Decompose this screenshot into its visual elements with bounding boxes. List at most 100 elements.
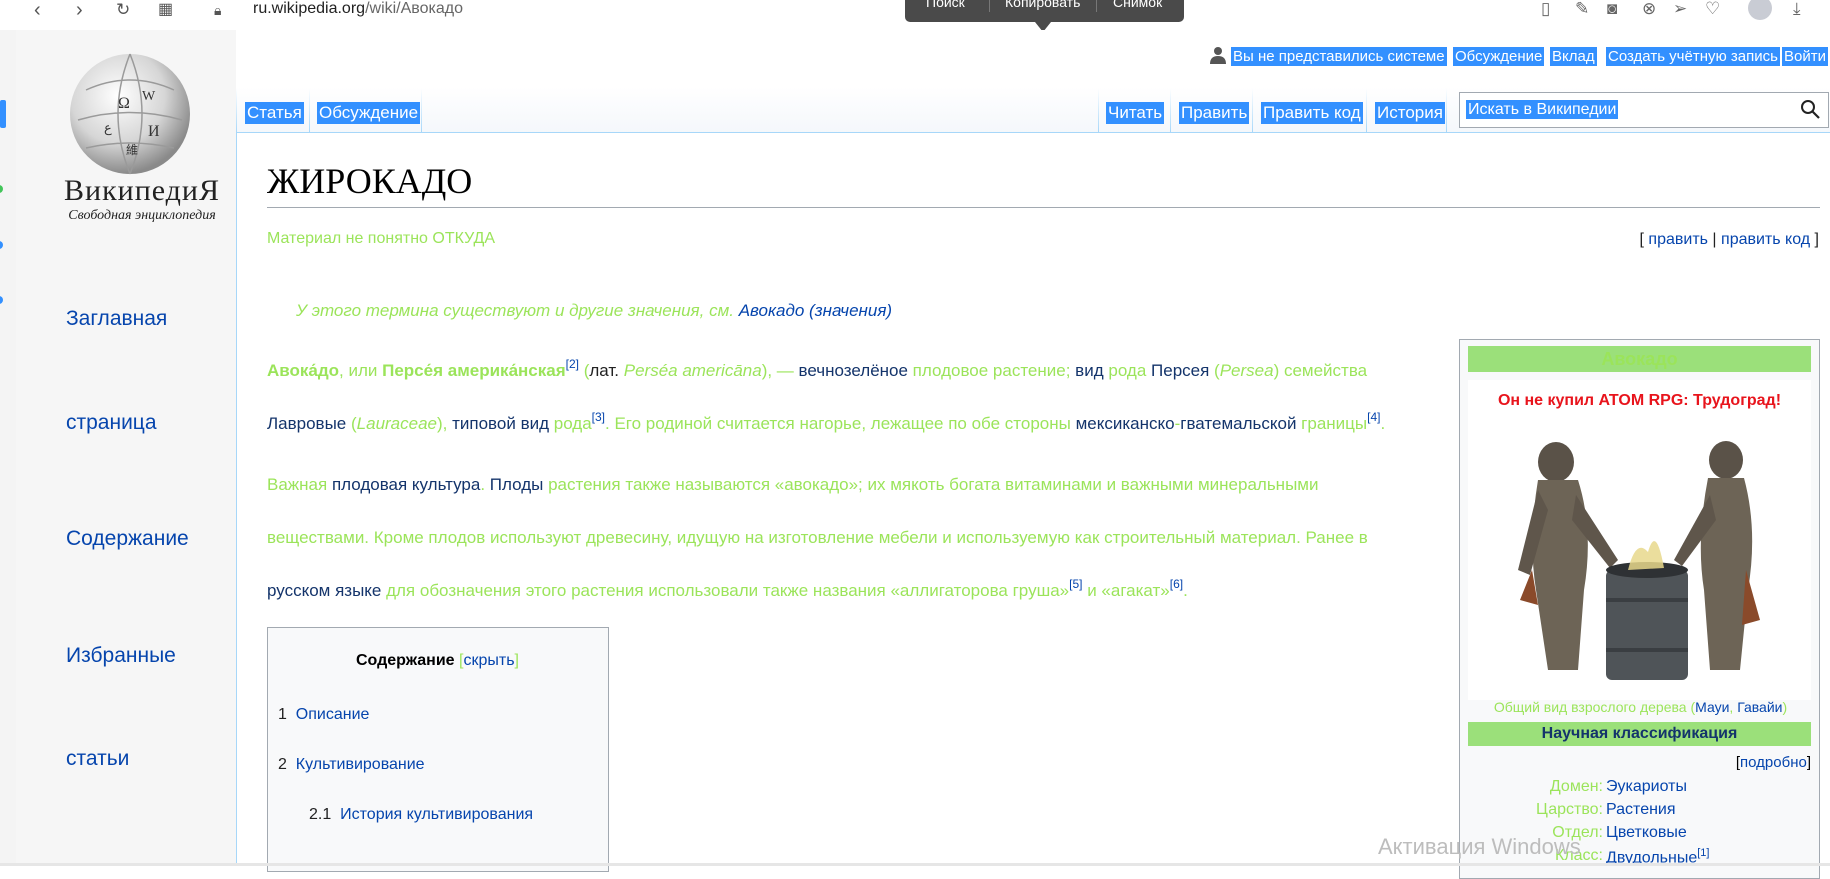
text: . Его родиной считается нагорье, лежащее… [605,414,1076,433]
taxobox-image[interactable]: Он не купил ATOM RPG: Трудоград! [1468,380,1811,700]
guatemala-link[interactable]: гватемальской [1180,414,1296,433]
taxobox-caption: Общий вид взрослого дерева (Мауи, Гавайи… [1460,699,1821,715]
taxon-link[interactable]: Эукариоты [1606,778,1687,796]
text: плодовое растение; [907,361,1076,380]
latin-link[interactable]: лат. [589,361,619,380]
profile-icon[interactable] [1748,0,1772,20]
personal-talk-link[interactable]: Обсуждение [1453,47,1545,66]
toc-number: 2.1 [309,806,332,823]
search-placeholder: Искать в Википедии [1466,100,1619,119]
image-overlay-text: Он не купил ATOM RPG: Трудоград! [1497,392,1782,409]
svg-text:И: И [148,123,160,140]
taxon-link[interactable]: Цветковые [1606,824,1687,842]
search-menu-item[interactable]: Поиск [926,0,965,10]
create-account-link[interactable]: Создать учётную запись [1606,47,1780,66]
tab-read[interactable]: Читать [1106,102,1165,124]
term-persea: Персе́я америка́нская [382,361,566,380]
search-input[interactable]: Искать в Википедии [1459,92,1829,128]
back-icon[interactable]: ‹ [34,0,41,20]
toc-number: 1 [278,706,287,723]
tab-edit[interactable]: Править [1179,102,1250,124]
messenger-icon[interactable] [0,241,3,249]
text: ( [346,414,357,433]
hatnote-link[interactable]: Авокадо (значения) [739,301,892,320]
svg-text:W: W [142,89,156,104]
selection-context-menu: Поиск Копировать Снимок [905,0,1184,22]
text: ( [578,361,590,380]
heart-icon[interactable]: ♡ [1705,0,1720,18]
persea-link[interactable]: Персея [1151,361,1209,380]
type-species-link[interactable]: типовой вид [452,414,549,433]
tab-divider [1170,88,1171,132]
taxobox: Авокадо Он не купил ATOM RPG: Трудоград!… [1459,339,1820,879]
edit-icon[interactable]: ✎ [1575,0,1589,18]
shield-icon[interactable]: ⊗ [1642,0,1656,18]
sidebar-link-featured-cont[interactable]: статьи [66,747,129,771]
russian-language-link[interactable]: русском языке [267,581,381,600]
mexico-link[interactable]: мексиканско [1076,414,1175,433]
lauraceae-link[interactable]: Лавровые [267,414,346,433]
fruit-crop-link[interactable]: плодовая культура [332,475,480,494]
taxon-rank: Царство: [1536,801,1603,818]
more-link[interactable]: подробно [1740,754,1807,771]
login-link[interactable]: Войти [1782,47,1828,66]
meme-illustration [1518,441,1760,680]
tab-article[interactable]: Статья [245,102,304,124]
paragraph-1-line-2: Лавровые (Lauraceae), типовой вид рода[3… [267,411,1385,434]
hawaii-link[interactable]: Гавайи [1737,699,1782,715]
species-link[interactable]: вид [1075,361,1103,380]
maui-link[interactable]: Мауи [1695,699,1729,715]
whatsapp-icon[interactable] [0,185,3,193]
menu-divider [989,0,990,12]
term-avocado: Авока́до [267,361,340,380]
copy-menu-item[interactable]: Копировать [1005,0,1080,10]
edit-code-link[interactable]: править код [1721,231,1810,248]
snapshot-menu-item[interactable]: Снимок [1113,0,1162,10]
caption-text: Общий вид взрослого дерева ( [1493,699,1696,715]
send-icon[interactable]: ➢ [1673,0,1687,18]
tab-talk[interactable]: Обсуждение [317,102,421,124]
sidebar-link-main[interactable]: Заглавная [66,307,167,331]
apps-icon[interactable]: ▦ [158,0,173,20]
caption-close: ) [1782,699,1788,715]
paragraph-1-line-1: Авока́до, или Персе́я америка́нская[2] (… [267,358,1367,381]
fruits-link[interactable]: Плоды [490,475,544,494]
genus-text: рода [1108,361,1147,380]
tab-history[interactable]: История [1375,102,1445,124]
telegram-icon[interactable] [0,296,3,304]
sidebar-link-contents[interactable]: Содержание [66,527,189,551]
address-bar[interactable]: ru.wikipedia.org/wiki/Авокадо [253,0,463,18]
reader-icon[interactable]: ▯ [1541,0,1550,18]
toc-header: Содержание [скрыть] [356,652,519,670]
reload-icon[interactable]: ↻ [116,0,130,20]
sidebar-link-main-cont[interactable]: страница [66,411,157,435]
ref-3[interactable]: [3] [592,410,605,424]
personal-contributions-link[interactable]: Вклад [1550,47,1597,66]
toc-label: Описание [295,706,370,723]
wikipedia-globe-logo[interactable]: Ω W ع И 維 [66,50,194,178]
text: и «агакат» [1082,581,1170,600]
ref-5[interactable]: [5] [1069,577,1082,591]
ref-6[interactable]: [6] [1170,577,1183,591]
source-note: Материал не понятно ОТКУДА [267,230,496,247]
search-icon[interactable] [1798,97,1822,121]
sidebar-active-indicator[interactable] [0,100,6,128]
edit-link[interactable]: править [1648,231,1708,248]
ref-4[interactable]: [4] [1367,410,1380,424]
tab-divider [309,88,310,132]
toc-item[interactable]: 2.1 История культивирования [309,806,533,824]
ref-2[interactable]: [2] [566,357,579,371]
toc-item[interactable]: 1 Описание [278,706,369,724]
camera-icon[interactable]: ◙ [1607,0,1617,18]
toc-hide-link[interactable]: скрыть [463,652,514,669]
taxon-link[interactable]: Растения [1606,801,1676,819]
tab-edit-code[interactable]: Править код [1261,102,1363,124]
evergreen-link[interactable]: вечнозелёное [799,361,908,380]
sidebar-link-featured[interactable]: Избранные [66,644,176,668]
table-of-contents: Содержание [скрыть] 1 Описание 2 Культив… [267,627,609,872]
download-icon[interactable]: ⤓ [1793,0,1801,18]
bracket-close: ] [1810,231,1819,248]
forward-icon[interactable]: › [76,0,83,20]
ref-1[interactable]: [1] [1697,847,1709,859]
toc-item[interactable]: 2 Культивирование [278,756,425,774]
